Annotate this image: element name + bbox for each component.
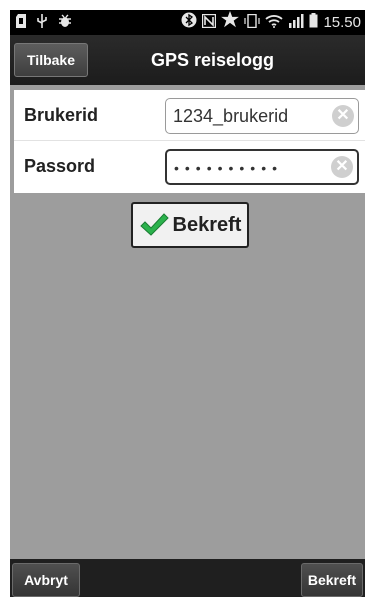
password-input[interactable]: •••••••••• ✕ <box>165 149 359 185</box>
page-title: GPS reiselogg <box>150 50 275 70</box>
status-clock: 15.50 <box>323 13 361 31</box>
user-input[interactable]: 1234_brukerid ✕ <box>165 98 359 134</box>
green-checkmark-icon <box>139 213 169 236</box>
confirm-button-label: Bekreft <box>172 213 242 236</box>
status-bar: 15.50 <box>10 10 365 35</box>
app-screen: 15.50 Tilbake GPS reiselogg Brukerid 123… <box>10 10 365 597</box>
vibrate-icon <box>244 12 261 34</box>
back-button[interactable]: Tilbake <box>14 43 88 77</box>
wifi-icon <box>265 12 284 34</box>
clear-user-icon[interactable]: ✕ <box>332 105 354 127</box>
bluetooth-icon <box>181 12 197 34</box>
action-bar: Tilbake GPS reiselogg <box>10 35 365 85</box>
battery-icon <box>309 12 318 34</box>
login-form: Brukerid 1234_brukerid ✕ Passord •••••••… <box>14 90 365 193</box>
password-label: Passord <box>24 156 96 176</box>
password-input-value: •••••••••• <box>174 160 284 176</box>
user-label: Brukerid <box>24 105 99 125</box>
bottom-confirm-button[interactable]: Bekreft <box>301 563 363 597</box>
sd-card-icon <box>16 12 26 34</box>
clear-password-icon[interactable]: ✕ <box>331 156 353 178</box>
user-row: Brukerid 1234_brukerid ✕ <box>14 90 365 141</box>
bug-icon <box>58 12 72 34</box>
usb-icon <box>36 12 48 34</box>
nfc-icon <box>202 12 217 34</box>
user-input-value: 1234_brukerid <box>173 106 289 126</box>
star-icon <box>221 11 240 34</box>
confirm-button[interactable]: Bekreft <box>131 202 249 248</box>
cancel-button[interactable]: Avbryt <box>12 563 80 597</box>
signal-icon <box>288 12 304 34</box>
bottom-bar: Avbryt Bekreft <box>10 559 365 597</box>
password-row: Passord •••••••••• ✕ <box>14 141 365 191</box>
